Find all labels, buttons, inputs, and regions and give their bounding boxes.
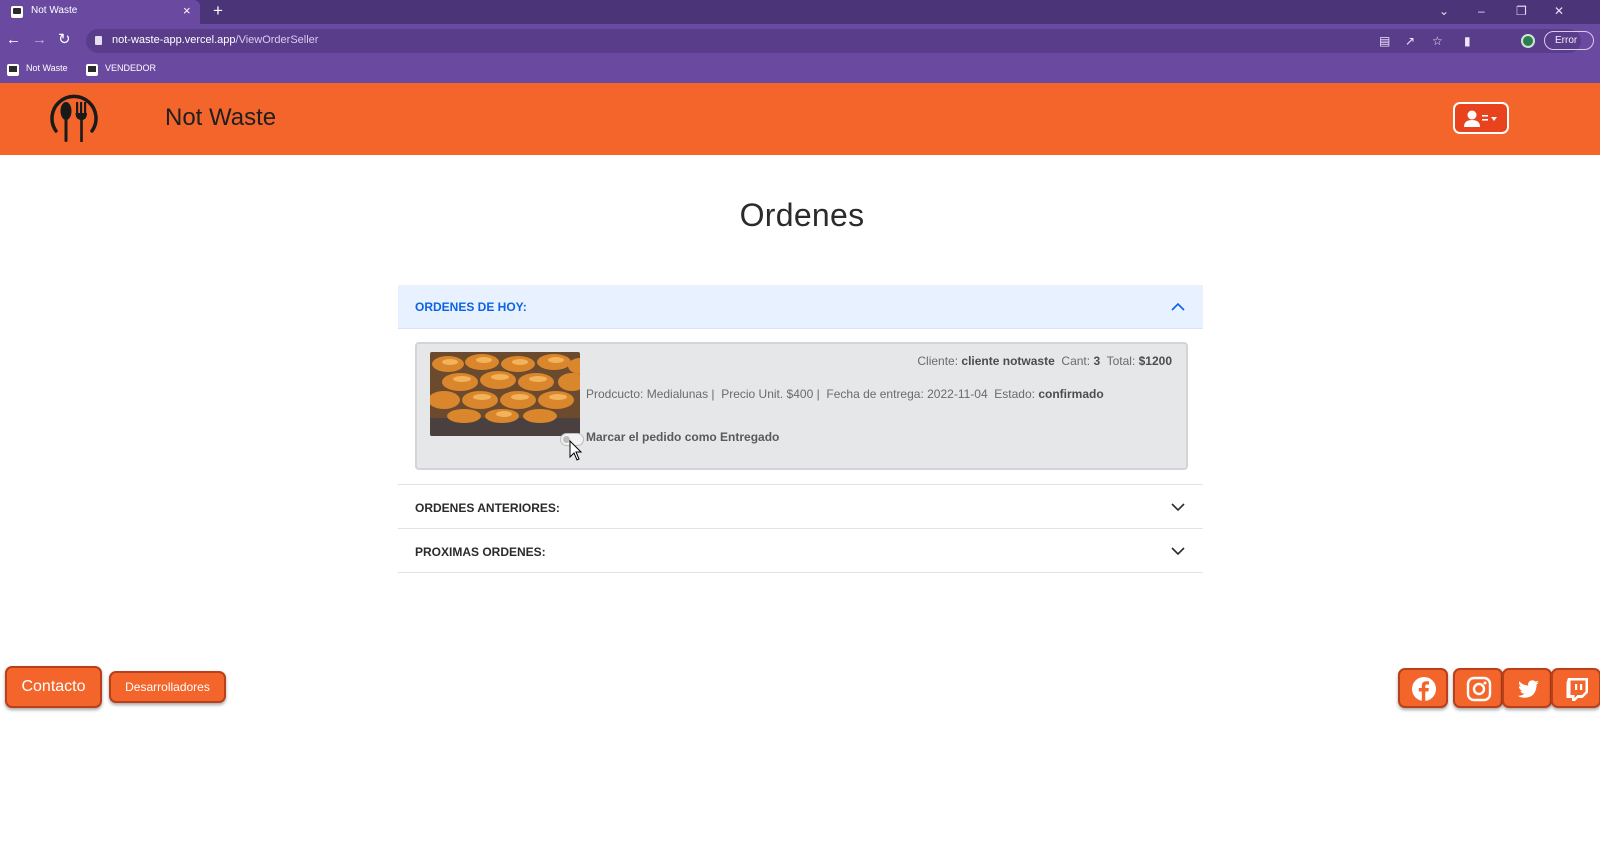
- chevron-down-icon: [1171, 503, 1185, 512]
- brand-title[interactable]: Not Waste: [165, 104, 276, 132]
- tab-search-icon[interactable]: ⌄: [1439, 2, 1449, 20]
- fork-spoon-logo-icon[interactable]: [46, 91, 102, 147]
- bookmark-favicon-icon: [86, 64, 98, 76]
- bookmarks-bar: Not Waste VENDEDOR: [0, 57, 1600, 83]
- back-icon[interactable]: ←: [6, 30, 21, 50]
- customer-name: cliente notwaste: [961, 354, 1055, 368]
- twitch-button[interactable]: [1551, 668, 1600, 708]
- order-card: Cliente: cliente notwaste Cant: 3 Total:…: [415, 342, 1188, 470]
- new-tab-icon[interactable]: +: [213, 1, 223, 21]
- status-value: confirmado: [1038, 387, 1104, 401]
- unit-price-text: Precio Unit. $400 |: [721, 387, 820, 401]
- side-panel-icon[interactable]: ▮: [1464, 33, 1471, 49]
- window-close-icon[interactable]: ✕: [1554, 2, 1564, 20]
- facebook-icon: [1412, 677, 1436, 701]
- croissants-image: [430, 352, 580, 436]
- browser-tab[interactable]: Not Waste ×: [0, 0, 200, 24]
- twitter-icon: [1517, 680, 1539, 698]
- error-chip[interactable]: Error: [1544, 31, 1594, 50]
- chevron-up-icon: [1171, 302, 1185, 311]
- bookmark-star-icon[interactable]: ☆: [1432, 33, 1443, 49]
- browser-tab-bar: Not Waste × + ⌄ – ❐ ✕: [0, 0, 1600, 24]
- share-icon[interactable]: ↗: [1405, 33, 1415, 49]
- address-bar[interactable]: not-waste-app.vercel.app/ViewOrderSeller…: [86, 29, 1594, 53]
- app-navbar: Not Waste: [0, 83, 1600, 155]
- url-text: not-waste-app.vercel.app/ViewOrderSeller: [112, 34, 319, 46]
- instagram-button[interactable]: [1453, 668, 1503, 708]
- delivery-date-text: Fecha de entrega: 2022-11-04: [826, 387, 988, 401]
- contact-button[interactable]: Contacto: [5, 666, 102, 708]
- bookmark-label: VENDEDOR: [105, 63, 157, 73]
- profile-avatar[interactable]: [1521, 34, 1535, 48]
- browser-toolbar: ← → ↻ not-waste-app.vercel.app/ViewOrder…: [0, 24, 1600, 57]
- lock-icon: [95, 36, 102, 45]
- favicon-icon: [11, 6, 23, 18]
- total-value: $1200: [1138, 354, 1172, 368]
- accordion-label: ORDENES DE HOY:: [415, 300, 527, 314]
- tab-close-icon[interactable]: ×: [183, 3, 191, 19]
- accordion-label: ORDENES ANTERIORES:: [415, 501, 560, 515]
- accordion-body-today: Cliente: cliente notwaste Cant: 3 Total:…: [398, 329, 1203, 485]
- accordion-label: PROXIMAS ORDENES:: [415, 545, 546, 559]
- accordion-header-today[interactable]: ORDENES DE HOY:: [398, 285, 1203, 329]
- product-text: Prodcucto: Medialunas |: [586, 387, 715, 401]
- twitter-button[interactable]: [1502, 668, 1552, 708]
- delivered-toggle-label[interactable]: Marcar el pedido como Entregado: [586, 430, 779, 444]
- minimize-icon[interactable]: –: [1478, 2, 1485, 20]
- translate-icon[interactable]: ▤: [1379, 33, 1390, 49]
- page-title: Ordenes: [739, 197, 865, 233]
- accordion-header-previous[interactable]: ORDENES ANTERIORES:: [398, 485, 1203, 529]
- tab-title: Not Waste: [31, 5, 78, 16]
- order-details: Prodcucto: Medialunas | Precio Unit. $40…: [586, 387, 1104, 401]
- bookmark-favicon-icon: [7, 64, 19, 76]
- bookmark-label: Not Waste: [26, 63, 68, 73]
- accordion-header-upcoming[interactable]: PROXIMAS ORDENES:: [398, 529, 1203, 573]
- user-menu-button[interactable]: [1453, 102, 1509, 134]
- mouse-cursor-icon: [569, 440, 583, 461]
- reload-icon[interactable]: ↻: [58, 30, 71, 50]
- instagram-icon: [1466, 676, 1492, 702]
- twitch-icon: [1566, 678, 1588, 701]
- order-summary: Cliente: cliente notwaste Cant: 3 Total:…: [917, 354, 1172, 368]
- chevron-down-icon: [1171, 547, 1185, 556]
- quantity-value: 3: [1093, 354, 1101, 368]
- forward-icon[interactable]: →: [32, 30, 47, 50]
- orders-accordion: ORDENES DE HOY: Cliente: cliente notwast…: [398, 285, 1203, 573]
- user-menu-icon: [1464, 110, 1497, 127]
- facebook-button[interactable]: [1398, 668, 1448, 708]
- restore-icon[interactable]: ❐: [1516, 2, 1527, 20]
- developers-button[interactable]: Desarrolladores: [109, 671, 226, 703]
